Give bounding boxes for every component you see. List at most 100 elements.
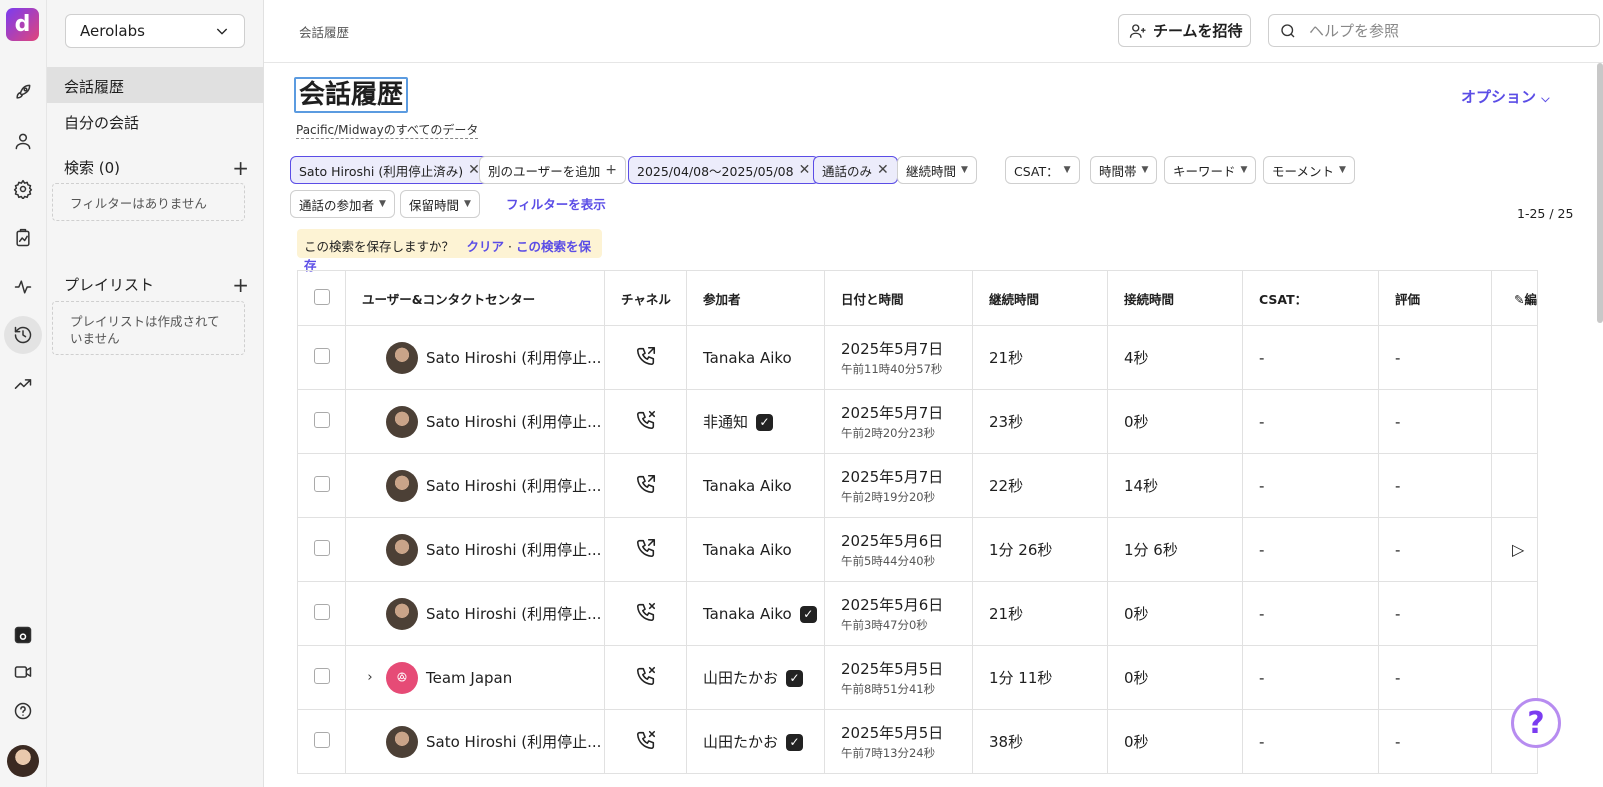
filter-chip-date[interactable]: 2025/04/08〜2025/05/08 ✕ bbox=[628, 156, 820, 184]
filter-moment[interactable]: モーメント ▼ bbox=[1263, 156, 1355, 184]
trending-icon[interactable] bbox=[8, 369, 38, 399]
row-checkbox[interactable] bbox=[314, 731, 330, 748]
history-icon[interactable] bbox=[4, 316, 42, 354]
breadcrumb: 会話履歴 bbox=[299, 25, 350, 40]
user-cell: Sato Hiroshi (利用停止... bbox=[345, 709, 605, 774]
phone-missed-icon bbox=[635, 730, 657, 755]
col-connect[interactable]: 接続時間 bbox=[1107, 270, 1243, 326]
check-badge-icon: ✓ bbox=[786, 670, 804, 687]
user-name[interactable]: Sato Hiroshi (利用停止... bbox=[426, 411, 601, 432]
dialpad-app-icon[interactable] bbox=[8, 620, 38, 650]
participant-cell: Tanaka Aiko bbox=[686, 325, 825, 390]
user-name[interactable]: Team Japan bbox=[426, 669, 512, 687]
add-playlist-icon[interactable]: + bbox=[232, 275, 249, 295]
col-edit[interactable]: ✎編 bbox=[1491, 270, 1538, 326]
rating-cell: - bbox=[1378, 581, 1492, 646]
row-checkbox[interactable] bbox=[314, 475, 330, 492]
filter-chip-type[interactable]: 通話のみ ✕ bbox=[813, 156, 898, 184]
duration-cell: 22秒 bbox=[972, 453, 1108, 518]
profile-avatar[interactable] bbox=[7, 745, 39, 777]
select-all-checkbox[interactable] bbox=[314, 288, 330, 305]
gear-icon[interactable] bbox=[8, 174, 38, 204]
scrollbar[interactable] bbox=[1597, 63, 1603, 323]
table-row[interactable]: Sato Hiroshi (利用停止... Tanaka Aiko 2025年5月6… bbox=[297, 517, 1538, 582]
channel-cell bbox=[604, 453, 687, 518]
table-row[interactable]: Sato Hiroshi (利用停止... Tanaka Aiko 2025年5月7… bbox=[297, 325, 1538, 390]
user-icon[interactable] bbox=[8, 126, 38, 156]
filter-timezone[interactable]: 時間帯 ▼ bbox=[1090, 156, 1158, 184]
play-icon[interactable]: ▷ bbox=[1512, 540, 1524, 559]
check-badge-icon: ✓ bbox=[799, 605, 817, 623]
table-row[interactable]: Sato Hiroshi (利用停止... Tanaka Aiko ✓ 2025年5月… bbox=[297, 581, 1538, 646]
col-duration[interactable]: 継続時間 bbox=[972, 270, 1108, 326]
avatar bbox=[386, 725, 418, 758]
add-search-icon[interactable]: + bbox=[232, 158, 249, 178]
help-bubble-button[interactable]: ? bbox=[1511, 698, 1561, 748]
col-participant[interactable]: 参加者 bbox=[686, 270, 825, 326]
filter-keyword-label: キーワード bbox=[1173, 163, 1236, 179]
user-name[interactable]: Sato Hiroshi (利用停止... bbox=[426, 347, 601, 368]
filter-add-user[interactable]: 別のユーザーを追加 + bbox=[479, 156, 626, 184]
user-name[interactable]: Sato Hiroshi (利用停止... bbox=[426, 731, 601, 752]
table-row[interactable]: Sato Hiroshi (利用停止... Tanaka Aiko 2025年5月7… bbox=[297, 453, 1538, 518]
row-checkbox[interactable] bbox=[314, 667, 330, 684]
filter-chip-user[interactable]: Sato Hiroshi (利用停止済み) ✕ bbox=[290, 156, 489, 184]
col-user[interactable]: ユーザー&コンタクトセンター bbox=[345, 270, 605, 326]
table-row[interactable]: Sato Hiroshi (利用停止... 山田たかお ✓ 2025年5月5日 午前7時… bbox=[297, 709, 1538, 774]
dialpad-logo[interactable]: d bbox=[6, 8, 39, 41]
table-row[interactable]: › ꔮ Team Japan 山田たかお ✓ 2025年5月5日 午前8時51分41秒 1分 … bbox=[297, 645, 1538, 710]
sidebar-item-my-calls[interactable]: 自分の会話 bbox=[47, 103, 263, 139]
col-rating[interactable]: 評価 bbox=[1378, 270, 1492, 326]
clipboard-chart-icon[interactable] bbox=[8, 223, 38, 253]
chevron-down-icon: ▼ bbox=[464, 199, 471, 209]
participant-name: 非通知 bbox=[703, 413, 749, 431]
help-circle-icon[interactable] bbox=[8, 696, 38, 726]
rocket-icon[interactable] bbox=[8, 77, 38, 107]
options-dropdown[interactable]: オプション ⌵ bbox=[1461, 86, 1550, 107]
filter-duration[interactable]: 継続時間 ▼ bbox=[897, 156, 977, 184]
filter-hold[interactable]: 保留時間 ▼ bbox=[400, 190, 480, 218]
close-icon[interactable]: ✕ bbox=[877, 162, 889, 178]
col-datetime[interactable]: 日付と時間 bbox=[824, 270, 973, 326]
call-date: 2025年5月7日 bbox=[841, 340, 944, 358]
sidebar-item-history[interactable]: 会話履歴 bbox=[47, 67, 263, 103]
datetime-cell: 2025年5月7日 午前11時40分57秒 bbox=[824, 325, 973, 390]
col-channel[interactable]: チャネル bbox=[604, 270, 687, 326]
row-checkbox[interactable] bbox=[314, 603, 330, 620]
timezone-subtitle[interactable]: Pacific/Midwayのすべてのデータ bbox=[296, 121, 479, 139]
expand-chevron-icon[interactable]: › bbox=[362, 670, 378, 685]
search-placeholder: ヘルプを参照 bbox=[1309, 22, 1400, 40]
rating-cell: - bbox=[1378, 517, 1492, 582]
row-select-cell bbox=[297, 709, 346, 774]
user-name[interactable]: Sato Hiroshi (利用停止... bbox=[426, 539, 601, 560]
close-icon[interactable]: ✕ bbox=[799, 162, 811, 178]
help-search-input[interactable]: ヘルプを参照 bbox=[1268, 14, 1600, 47]
user-cell: Sato Hiroshi (利用停止... bbox=[345, 453, 605, 518]
user-name[interactable]: Sato Hiroshi (利用停止... bbox=[426, 603, 601, 624]
col-csat[interactable]: CSAT： bbox=[1242, 270, 1379, 326]
show-filters-link[interactable]: フィルターを表示 bbox=[506, 194, 606, 213]
clear-link[interactable]: クリア bbox=[467, 239, 505, 254]
call-date: 2025年5月7日 bbox=[841, 404, 944, 422]
filter-keyword[interactable]: キーワード ▼ bbox=[1164, 156, 1257, 184]
user-name[interactable]: Sato Hiroshi (利用停止... bbox=[426, 475, 601, 496]
table-row[interactable]: Sato Hiroshi (利用停止... 非通知 ✓ 2025年5月7日 午前2時20… bbox=[297, 389, 1538, 454]
invite-team-button[interactable]: チームを招待 bbox=[1118, 14, 1251, 47]
row-checkbox[interactable] bbox=[314, 347, 330, 364]
filter-user-label: Sato Hiroshi (利用停止済み) bbox=[299, 163, 464, 179]
channel-cell bbox=[604, 389, 687, 454]
activity-icon[interactable] bbox=[8, 272, 38, 302]
chevron-down-icon: ▼ bbox=[961, 165, 968, 175]
user-cell: Sato Hiroshi (利用停止... bbox=[345, 517, 605, 582]
org-selector[interactable]: Aerolabs bbox=[65, 14, 245, 48]
filter-participants[interactable]: 通話の参加者 ▼ bbox=[290, 190, 395, 218]
participant-name: Tanaka Aiko bbox=[703, 348, 792, 367]
call-time: 午前2時19分20秒 bbox=[841, 490, 936, 504]
row-checkbox[interactable] bbox=[314, 539, 330, 556]
video-icon[interactable] bbox=[8, 657, 38, 687]
filter-csat[interactable]: CSAT： ▼ bbox=[1005, 156, 1080, 184]
datetime-cell: 2025年5月6日 午前5時44分40秒 bbox=[824, 517, 973, 582]
top-bar: 会話履歴 チームを招待 ヘルプを参照 bbox=[264, 0, 1603, 63]
row-checkbox[interactable] bbox=[314, 411, 330, 428]
filter-moment-label: モーメント bbox=[1272, 163, 1335, 179]
